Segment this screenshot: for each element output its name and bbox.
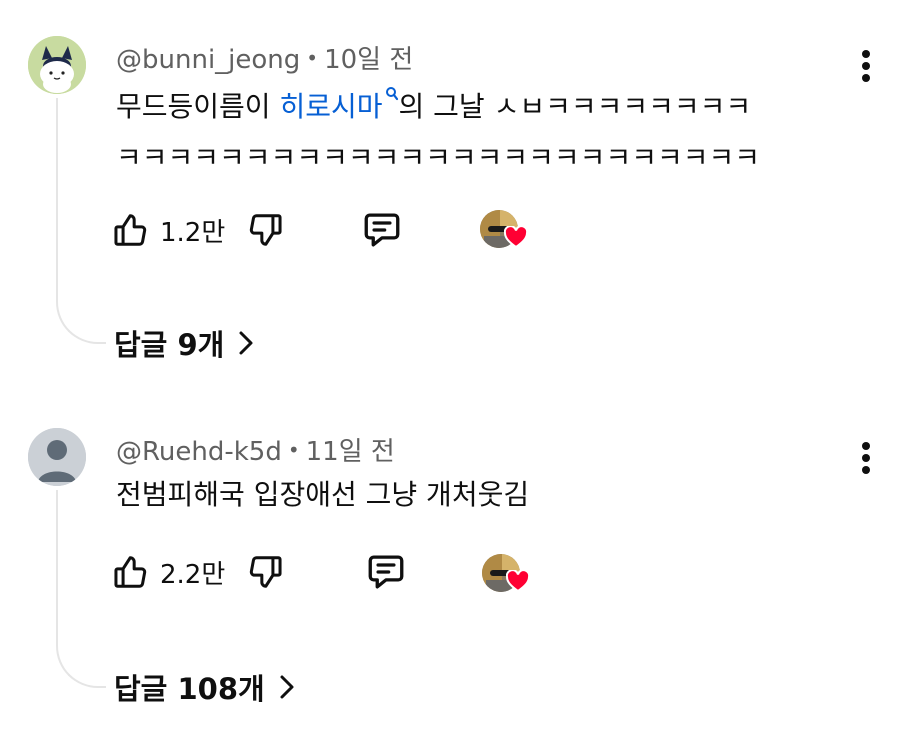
comment-2: @Ruehd-k5d • 11일 전 전범피해국 입장애선 그냥 개처웃김 2.2만 — [0, 0, 914, 741]
like-button[interactable]: 2.2만 — [112, 548, 225, 596]
view-replies-button[interactable]: 답글 108개 — [114, 666, 295, 708]
heart-icon — [506, 570, 530, 592]
creator-heart-badge — [482, 550, 532, 598]
reply-button[interactable] — [364, 548, 408, 596]
chevron-right-icon — [280, 675, 294, 699]
reply-thread-line — [56, 490, 106, 688]
replies-label[interactable]: 답글 108개 — [114, 666, 265, 708]
comment-body: 전범피해국 입장애선 그냥 개처웃김 — [116, 469, 529, 520]
default-avatar-icon — [28, 428, 86, 486]
thumbs-down-icon — [249, 556, 282, 588]
more-actions-button[interactable] — [848, 436, 884, 480]
comment-age: 11일 전 — [305, 437, 395, 467]
meta-separator: • — [287, 438, 300, 462]
comment-author[interactable]: @Ruehd-k5d — [116, 437, 282, 467]
dislike-button[interactable] — [246, 548, 284, 596]
comment-text: 전범피해국 입장애선 그냥 개처웃김 — [116, 478, 530, 511]
like-count: 2.2만 — [160, 559, 226, 590]
avatar-ruehd-k5d[interactable] — [28, 428, 86, 486]
reply-icon — [368, 555, 404, 589]
comment-actions: 2.2만 — [112, 548, 612, 596]
comment-meta: @Ruehd-k5d • 11일 전 — [116, 431, 395, 468]
thumbs-up-icon — [114, 556, 147, 588]
more-vert-icon — [862, 442, 870, 474]
